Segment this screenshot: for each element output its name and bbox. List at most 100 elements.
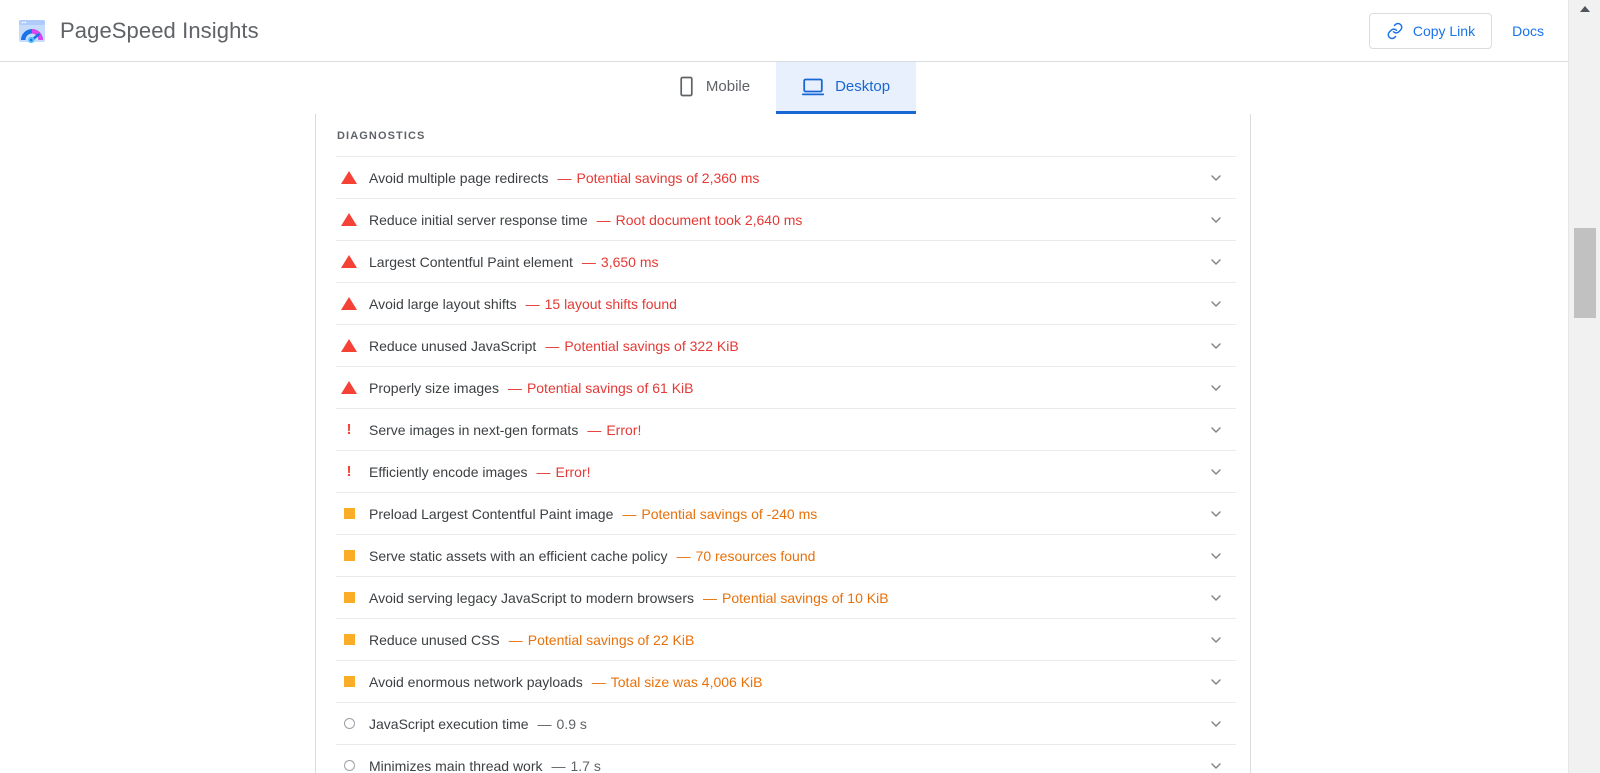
audit-severity-icon	[336, 157, 362, 198]
audit-row[interactable]: Preload Largest Contentful Paint image —…	[336, 492, 1236, 534]
audit-detail: — Total size was 4,006 KiB	[592, 674, 763, 690]
audit-detail-value: Potential savings of 22 KiB	[527, 631, 695, 648]
chevron-down-icon	[1211, 342, 1221, 349]
pagespeed-gauge-icon	[19, 19, 45, 43]
platform-tabstrip: Mobile Desktop	[0, 62, 1568, 114]
audit-text: Avoid enormous network payloads — Total s…	[362, 674, 1196, 690]
audit-dash: —	[537, 715, 552, 732]
audit-dash: —	[551, 757, 566, 773]
audit-dash: —	[557, 169, 572, 186]
audit-row[interactable]: JavaScript execution time —0.9 s	[336, 702, 1236, 744]
audit-severity-icon	[336, 577, 362, 618]
orange-square-icon	[343, 550, 355, 561]
audit-text: Serve images in next-gen formats — Error!	[362, 422, 1196, 438]
audit-title: Serve static assets with an efficient ca…	[369, 547, 668, 564]
audit-row[interactable]: Avoid multiple page redirects — Potential…	[336, 156, 1236, 198]
audit-text: Avoid serving legacy JavaScript to moder…	[362, 590, 1196, 606]
audit-detail: — Potential savings of 22 KiB	[509, 632, 695, 648]
red-triangle-icon	[341, 171, 357, 184]
audit-severity-icon	[336, 535, 362, 576]
audit-severity-icon	[336, 283, 362, 324]
tab-mobile[interactable]: Mobile	[652, 62, 776, 114]
audit-row[interactable]: Avoid serving legacy JavaScript to moder…	[336, 576, 1236, 618]
audit-row[interactable]: Avoid large layout shifts —15 layout shi…	[336, 282, 1236, 324]
audit-dash: —	[587, 421, 602, 438]
docs-link[interactable]: Docs	[1506, 19, 1550, 43]
audit-detail-value: Potential savings of -240 ms	[641, 505, 818, 522]
audit-title: Efficiently encode images	[369, 463, 528, 480]
audit-row[interactable]: Minimizes main thread work —1.7 s	[336, 744, 1236, 773]
audit-detail-value: Error!	[606, 421, 642, 438]
audit-expand-chevron[interactable]	[1196, 451, 1236, 492]
audit-dash: —	[703, 589, 718, 606]
audit-detail: — Potential savings of 10 KiB	[703, 590, 889, 606]
tab-mobile-label: Mobile	[705, 78, 751, 95]
tab-desktop[interactable]: Desktop	[776, 62, 917, 114]
audit-severity-icon: !	[336, 409, 362, 450]
audit-row[interactable]: Properly size images — Potential savings …	[336, 366, 1236, 408]
audit-detail: — Error!	[537, 464, 591, 480]
gray-circle-icon	[343, 760, 355, 771]
audit-dash: —	[536, 463, 551, 480]
audit-text: Preload Largest Contentful Paint image —…	[362, 506, 1196, 522]
audit-title: Preload Largest Contentful Paint image	[369, 505, 614, 522]
audit-text: Avoid large layout shifts —15 layout shi…	[362, 296, 1196, 312]
audit-text: Largest Contentful Paint element —3,650 …	[362, 254, 1196, 270]
audit-dash: —	[676, 547, 691, 564]
diagnostics-audit-list: Avoid multiple page redirects — Potential…	[316, 156, 1250, 773]
red-triangle-icon	[341, 339, 357, 352]
audit-expand-chevron[interactable]	[1196, 367, 1236, 408]
copy-link-label: Copy Link	[1412, 22, 1476, 39]
audit-row[interactable]: Reduce unused JavaScript — Potential savi…	[336, 324, 1236, 366]
audit-expand-chevron[interactable]	[1196, 157, 1236, 198]
chevron-down-icon	[1211, 636, 1221, 643]
audit-expand-chevron[interactable]	[1196, 241, 1236, 282]
audit-severity-icon	[336, 493, 362, 534]
audit-expand-chevron[interactable]	[1196, 577, 1236, 618]
diagnostics-section-label: DIAGNOSTICS	[337, 130, 426, 142]
orange-square-icon	[343, 634, 355, 645]
browser-scrollbar[interactable]	[1568, 0, 1600, 773]
orange-square-icon	[343, 508, 355, 519]
copy-link-button[interactable]: Copy Link	[1368, 12, 1493, 49]
audit-severity-icon	[336, 661, 362, 702]
chevron-down-icon	[1211, 258, 1221, 265]
audit-title: JavaScript execution time	[369, 715, 529, 732]
chevron-down-icon	[1211, 216, 1221, 223]
red-exclamation-icon: !	[346, 421, 352, 438]
audit-expand-chevron[interactable]	[1196, 409, 1236, 450]
red-triangle-icon	[341, 297, 357, 310]
desktop-monitor-icon	[802, 78, 825, 95]
audit-row[interactable]: Avoid enormous network payloads — Total s…	[336, 660, 1236, 702]
audit-detail: —15 layout shifts found	[526, 296, 677, 312]
audit-expand-chevron[interactable]	[1196, 325, 1236, 366]
audit-expand-chevron[interactable]	[1196, 745, 1236, 773]
audit-expand-chevron[interactable]	[1196, 283, 1236, 324]
brand[interactable]: PageSpeed Insights	[16, 15, 259, 47]
audit-expand-chevron[interactable]	[1196, 619, 1236, 660]
gray-circle-icon	[343, 718, 355, 729]
audit-expand-chevron[interactable]	[1196, 703, 1236, 744]
audit-row[interactable]: Reduce unused CSS — Potential savings of …	[336, 618, 1236, 660]
chevron-down-icon	[1211, 678, 1221, 685]
audit-expand-chevron[interactable]	[1196, 661, 1236, 702]
audit-title: Avoid large layout shifts	[369, 295, 517, 312]
audit-row[interactable]: ! Serve images in next-gen formats — Erro…	[336, 408, 1236, 450]
audit-dash: —	[591, 673, 606, 690]
audit-row[interactable]: Largest Contentful Paint element —3,650 …	[336, 240, 1236, 282]
app-title: PageSpeed Insights	[60, 17, 259, 43]
scrollbar-thumb[interactable]	[1574, 228, 1596, 318]
chevron-down-icon	[1211, 300, 1221, 307]
audit-row[interactable]: ! Efficiently encode images — Error!	[336, 450, 1236, 492]
scrollbar-up-arrow[interactable]	[1569, 0, 1600, 17]
audit-expand-chevron[interactable]	[1196, 199, 1236, 240]
mobile-phone-icon	[680, 76, 693, 97]
audit-title: Serve images in next-gen formats	[369, 421, 579, 438]
audit-expand-chevron[interactable]	[1196, 535, 1236, 576]
audit-detail-value: 0.9 s	[556, 715, 587, 732]
audit-row[interactable]: Reduce initial server response time — Roo…	[336, 198, 1236, 240]
audit-detail: —0.9 s	[538, 716, 587, 732]
audit-expand-chevron[interactable]	[1196, 493, 1236, 534]
red-triangle-icon	[341, 255, 357, 268]
audit-row[interactable]: Serve static assets with an efficient ca…	[336, 534, 1236, 576]
